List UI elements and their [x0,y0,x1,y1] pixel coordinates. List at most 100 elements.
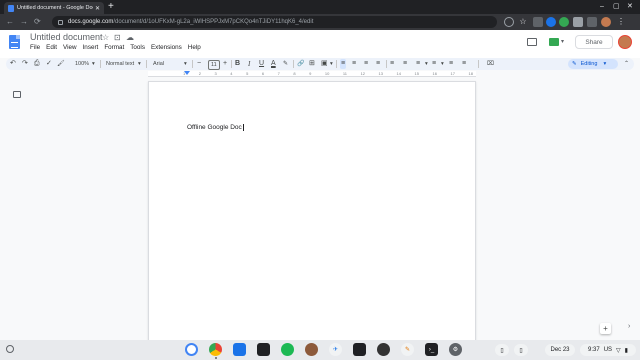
app-icon[interactable] [305,343,318,356]
date-pod[interactable]: Dec 23 [545,344,575,356]
menu-view[interactable]: View [63,44,77,51]
font-size-input[interactable]: 11 [208,60,220,70]
align-center-icon[interactable]: ≡ [352,59,356,69]
close-window-icon[interactable]: ✕ [627,2,633,12]
decrease-indent-icon[interactable]: ≡ [449,59,453,69]
style-select[interactable]: Normal text [106,60,134,68]
align-right-icon[interactable]: ≡ [364,59,368,69]
spellcheck-icon[interactable]: ✓ [46,59,52,69]
app-icon[interactable] [353,343,366,356]
editing-mode-button[interactable]: ✎ Editing ▾ [568,59,618,69]
meet-dropdown-icon[interactable]: ▾ [561,38,564,45]
zoom-select[interactable]: 100% [75,60,89,68]
chrome-app-icon[interactable] [209,343,222,356]
undo-icon[interactable]: ↶ [10,59,16,69]
side-panel-icon[interactable] [587,17,597,27]
insert-link-icon[interactable]: 🔗 [297,59,304,69]
image-dropdown-icon[interactable]: ▾ [330,60,333,68]
document-title[interactable]: Untitled document [30,32,103,42]
paint-format-icon[interactable]: 🖌 [57,59,65,69]
lock-icon[interactable] [58,19,63,25]
text-color-button[interactable]: A [271,59,276,69]
phone-hub-icon[interactable]: ▯ [514,344,528,356]
justify-icon[interactable]: ≡ [376,59,380,69]
cloud-status-icon[interactable]: ☁ [126,33,134,42]
checklist-icon[interactable]: ≡ [403,59,407,69]
document-body[interactable]: Offline Google Doc [187,124,244,131]
comment-history-icon[interactable] [527,38,537,46]
menu-insert[interactable]: Insert [83,44,99,51]
collapse-toolbar-icon[interactable]: ⌃ [624,59,629,69]
clear-formatting-icon[interactable]: ⌧ [487,59,494,69]
print-icon[interactable]: ⎙ [34,59,40,69]
bulleted-list-icon[interactable]: ≡ [416,59,420,69]
insert-image-icon[interactable]: ▣ [321,59,328,69]
status-tray[interactable]: 9:37 US ▽ ▮ [580,344,636,356]
redo-icon[interactable]: ↷ [22,59,28,69]
indent-marker[interactable] [184,71,190,75]
menu-format[interactable]: Format [104,44,124,51]
document-page[interactable] [148,81,476,341]
settings-app-icon[interactable]: ⚙ [449,343,462,356]
menu-tools[interactable]: Tools [130,44,145,51]
close-tab-icon[interactable]: ✕ [95,5,100,12]
maximize-icon[interactable]: ▢ [613,2,620,12]
profile-avatar[interactable] [601,17,611,27]
side-panel-toggle-icon[interactable]: › [628,323,630,330]
tab-docs[interactable]: Untitled document - Google Docs ✕ [4,2,104,14]
app-icon[interactable]: ✎ [401,343,414,356]
bullet-dropdown-icon[interactable]: ▾ [425,60,428,68]
increase-indent-icon[interactable]: ≡ [462,59,466,69]
extension-green-icon[interactable] [559,17,569,27]
forward-icon[interactable]: → [20,17,28,27]
minimize-icon[interactable]: – [600,2,604,12]
font-dropdown-icon[interactable]: ▾ [184,60,187,68]
browser-menu-icon[interactable]: ⋮ [616,17,626,27]
clipboard-icon[interactable]: ▯ [495,344,509,356]
highlight-icon[interactable]: ✎ [283,59,288,69]
github-app-icon[interactable] [377,343,390,356]
launcher-icon[interactable] [6,345,14,353]
extension-avatar-icon[interactable] [546,17,556,27]
menu-extensions[interactable]: Extensions [151,44,182,51]
style-dropdown-icon[interactable]: ▾ [138,60,141,68]
add-comment-icon[interactable]: ⊞ [309,59,315,69]
extension-icon[interactable] [533,17,543,27]
nearby-share-icon[interactable] [185,343,198,356]
extension-puzzle-icon[interactable] [573,17,583,27]
terminal-app-icon[interactable]: ›_ [425,343,438,356]
menu-help[interactable]: Help [188,44,201,51]
font-select[interactable]: Arial [153,60,164,68]
toolbar-divider [478,60,479,68]
zoom-dropdown-icon[interactable]: ▾ [92,60,95,68]
align-left-icon[interactable]: ≡ [340,59,347,69]
share-button[interactable]: Share [575,35,613,49]
omnibox[interactable]: docs.google.com /document/d/1oUFKxM-gL2a… [52,16,497,28]
reload-icon[interactable]: ⟳ [34,17,41,27]
star-icon[interactable]: ☆ [102,33,109,42]
underline-button[interactable]: U [259,59,264,69]
files-app-icon[interactable] [233,343,246,356]
app-icon[interactable] [257,343,270,356]
spotify-app-icon[interactable] [281,343,294,356]
document-outline-icon[interactable] [13,91,21,98]
bold-button[interactable]: B [235,59,240,69]
explore-icon[interactable]: + [600,323,611,334]
back-icon[interactable]: ← [6,17,14,27]
bookmark-star-icon[interactable]: ☆ [518,17,528,27]
decrease-font-size-icon[interactable]: − [197,59,201,69]
app-icon[interactable]: ✈ [329,343,342,356]
menu-edit[interactable]: Edit [46,44,57,51]
meet-icon[interactable] [549,38,559,46]
numbered-list-icon[interactable]: ≡ [432,59,436,69]
italic-button[interactable]: I [248,59,250,69]
share-page-icon[interactable] [504,17,514,27]
menu-file[interactable]: File [30,44,40,51]
numbered-dropdown-icon[interactable]: ▾ [441,60,444,68]
increase-font-size-icon[interactable]: + [223,59,227,69]
account-avatar[interactable] [618,35,632,49]
line-spacing-icon[interactable]: ≡ [390,59,394,69]
new-tab-button[interactable]: + [108,1,114,13]
move-folder-icon[interactable]: ⊡ [114,33,121,42]
docs-logo-icon[interactable] [9,35,20,49]
